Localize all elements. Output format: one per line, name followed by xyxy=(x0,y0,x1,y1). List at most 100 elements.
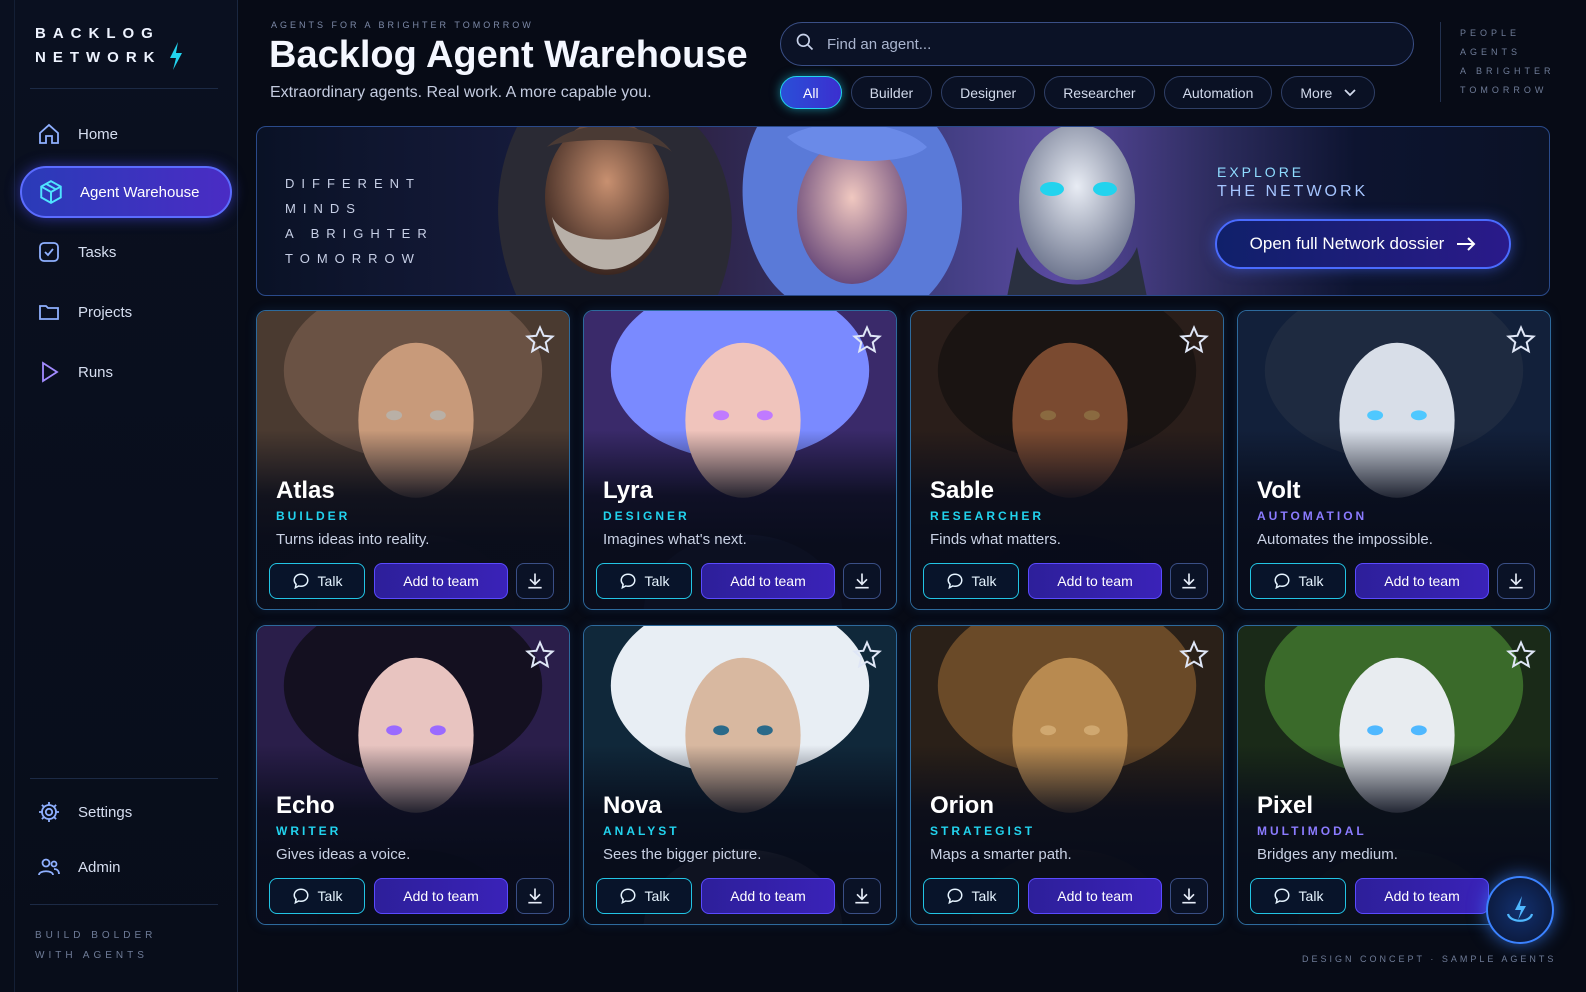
agent-role: WRITER xyxy=(276,824,342,838)
agent-card[interactable]: Atlas BUILDER Turns ideas into reality. … xyxy=(256,310,570,610)
chat-bubble-icon xyxy=(947,573,963,590)
talk-button[interactable]: Talk xyxy=(923,878,1019,914)
download-button[interactable] xyxy=(843,563,881,599)
agent-role: BUILDER xyxy=(276,509,351,523)
agent-description: Turns ideas into reality. xyxy=(276,531,430,548)
talk-label: Talk xyxy=(1298,888,1324,904)
agent-role: AUTOMATION xyxy=(1257,509,1368,523)
checkbox-icon xyxy=(36,239,62,265)
add-to-team-button[interactable]: Add to team xyxy=(374,878,508,914)
add-to-team-button[interactable]: Add to team xyxy=(701,878,835,914)
download-button[interactable] xyxy=(516,563,554,599)
add-to-team-button[interactable]: Add to team xyxy=(1028,878,1162,914)
add-to-team-button[interactable]: Add to team xyxy=(1028,563,1162,599)
talk-button[interactable]: Talk xyxy=(1250,878,1346,914)
filter-chip-designer[interactable]: Designer xyxy=(941,76,1036,109)
search-bar[interactable] xyxy=(780,22,1414,66)
page-title: Backlog Agent Warehouse xyxy=(269,34,748,76)
agent-role: MULTIMODAL xyxy=(1257,824,1367,838)
agent-card[interactable]: Sable RESEARCHER Finds what matters. Tal… xyxy=(910,310,1224,610)
assistant-fab-button[interactable] xyxy=(1486,876,1554,944)
chat-bubble-icon xyxy=(293,573,309,590)
talk-button[interactable]: Talk xyxy=(596,878,692,914)
sidebar: BACKLOG NETWORK Home Agent Warehouse Tas… xyxy=(0,0,238,992)
add-to-team-button[interactable]: Add to team xyxy=(374,563,508,599)
favorite-star-icon[interactable] xyxy=(1506,640,1536,670)
chevron-down-icon xyxy=(1344,88,1356,96)
agent-card[interactable]: Orion STRATEGIST Maps a smarter path. Ta… xyxy=(910,625,1224,925)
agent-role: STRATEGIST xyxy=(930,824,1036,838)
add-to-team-button[interactable]: Add to team xyxy=(1355,878,1489,914)
divider xyxy=(1440,22,1441,102)
sidebar-item-label: Runs xyxy=(78,363,114,381)
brand-logo[interactable]: BACKLOG NETWORK xyxy=(35,22,162,70)
banner-tagline: DIFFERENT MINDS A BRIGHTER TOMORROW xyxy=(285,176,434,266)
filter-chip-all[interactable]: All xyxy=(780,76,842,109)
download-icon xyxy=(1509,573,1523,589)
agent-name: Sable xyxy=(930,477,995,504)
agent-name: Atlas xyxy=(276,477,335,504)
sidebar-item-projects[interactable]: Projects xyxy=(20,286,232,338)
agent-name: Lyra xyxy=(603,477,653,504)
sidebar-item-home[interactable]: Home xyxy=(20,108,232,160)
talk-label: Talk xyxy=(1298,573,1324,589)
open-dossier-button[interactable]: Open full Network dossier xyxy=(1215,219,1511,269)
download-button[interactable] xyxy=(1170,563,1208,599)
agent-card[interactable]: Echo WRITER Gives ideas a voice. Talk Ad… xyxy=(256,625,570,925)
footer-note: DESIGN CONCEPT · SAMPLE AGENTS xyxy=(1302,954,1557,964)
add-to-team-button[interactable]: Add to team xyxy=(1355,563,1489,599)
favorite-star-icon[interactable] xyxy=(1506,325,1536,355)
filter-chip-automation[interactable]: Automation xyxy=(1163,76,1273,109)
box-icon xyxy=(38,179,64,205)
download-icon xyxy=(1182,573,1196,589)
smiley-bolt-icon xyxy=(1506,896,1534,922)
agent-card[interactable]: Volt AUTOMATION Automates the impossible… xyxy=(1237,310,1551,610)
talk-label: Talk xyxy=(644,573,670,589)
sidebar-tagline: BUILD BOLDER WITH AGENTS xyxy=(35,930,157,961)
talk-button[interactable]: Talk xyxy=(269,878,365,914)
talk-button[interactable]: Talk xyxy=(269,563,365,599)
chat-bubble-icon xyxy=(620,888,636,905)
favorite-star-icon[interactable] xyxy=(1179,640,1209,670)
agent-role: DESIGNER xyxy=(603,509,690,523)
divider xyxy=(30,904,218,905)
download-button[interactable] xyxy=(1497,563,1535,599)
agent-name: Nova xyxy=(603,792,662,819)
talk-button[interactable]: Talk xyxy=(923,563,1019,599)
download-button[interactable] xyxy=(516,878,554,914)
search-input[interactable] xyxy=(827,35,1387,53)
agent-card[interactable]: Nova ANALYST Sees the bigger picture. Ta… xyxy=(583,625,897,925)
favorite-star-icon[interactable] xyxy=(525,640,555,670)
sidebar-item-admin[interactable]: Admin xyxy=(20,841,232,893)
sidebar-item-agent-warehouse[interactable]: Agent Warehouse xyxy=(20,166,232,218)
agent-name: Pixel xyxy=(1257,792,1314,819)
favorite-star-icon[interactable] xyxy=(525,325,555,355)
divider xyxy=(30,778,218,779)
gear-icon xyxy=(36,799,62,825)
download-icon xyxy=(1182,888,1196,904)
talk-label: Talk xyxy=(971,888,997,904)
talk-button[interactable]: Talk xyxy=(1250,563,1346,599)
filter-more-dropdown[interactable]: More xyxy=(1281,76,1376,109)
talk-button[interactable]: Talk xyxy=(596,563,692,599)
agent-name: Volt xyxy=(1257,477,1301,504)
chat-bubble-icon xyxy=(947,888,963,905)
favorite-star-icon[interactable] xyxy=(852,325,882,355)
filter-chip-researcher[interactable]: Researcher xyxy=(1044,76,1155,109)
agent-card[interactable]: Lyra DESIGNER Imagines what's next. Talk… xyxy=(583,310,897,610)
favorite-star-icon[interactable] xyxy=(1179,325,1209,355)
agent-description: Automates the impossible. xyxy=(1257,531,1433,548)
sidebar-item-label: Tasks xyxy=(78,243,117,261)
sidebar-item-runs[interactable]: Runs xyxy=(20,346,232,398)
agent-description: Maps a smarter path. xyxy=(930,846,1072,863)
sidebar-item-tasks[interactable]: Tasks xyxy=(20,226,232,278)
filter-chip-builder[interactable]: Builder xyxy=(850,76,933,109)
download-button[interactable] xyxy=(843,878,881,914)
download-icon xyxy=(528,888,542,904)
download-button[interactable] xyxy=(1170,878,1208,914)
favorite-star-icon[interactable] xyxy=(852,640,882,670)
add-to-team-button[interactable]: Add to team xyxy=(701,563,835,599)
sidebar-item-settings[interactable]: Settings xyxy=(20,786,232,838)
sidebar-item-label: Settings xyxy=(78,803,133,821)
agent-description: Imagines what's next. xyxy=(603,531,747,548)
